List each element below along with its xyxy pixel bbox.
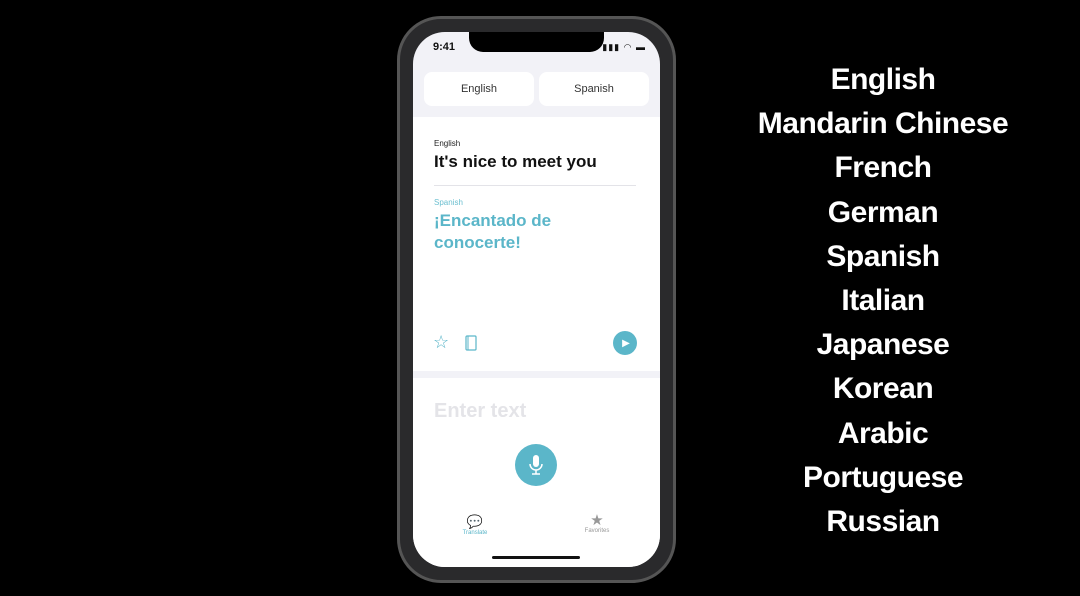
- language-item: Italian: [841, 284, 925, 318]
- text-input-area[interactable]: Enter text 💬 Translate ★ Favorites: [413, 378, 660, 567]
- tab-translate[interactable]: 💬 Translate: [445, 514, 505, 536]
- language-item: Mandarin Chinese: [757, 107, 1009, 141]
- translate-icon: 💬: [466, 514, 484, 529]
- language-item: Arabic: [837, 416, 929, 450]
- language-item: Portuguese: [802, 460, 964, 494]
- play-icon: ▶: [622, 337, 630, 349]
- language-item: Korean: [832, 372, 934, 406]
- microphone-icon: [529, 455, 543, 475]
- microphone-button[interactable]: [515, 444, 557, 486]
- language-item: German: [827, 195, 939, 229]
- target-language-button[interactable]: Spanish: [539, 72, 649, 106]
- translation-card: English It's nice to meet you Spanish ¡E…: [413, 117, 660, 371]
- tab-favorites[interactable]: ★ Favorites: [567, 512, 627, 534]
- status-time: 9:41: [433, 41, 456, 53]
- phone-screen: 9:41 ▮▮▮ ◠ ▬ English Spanish English It'…: [413, 32, 660, 567]
- notch: [469, 32, 604, 52]
- language-item: Japanese: [816, 328, 950, 362]
- star-icon: ★: [590, 512, 604, 529]
- source-label: English: [434, 139, 461, 148]
- star-icon[interactable]: ☆: [433, 332, 449, 353]
- language-item: Russian: [826, 505, 940, 539]
- language-list: English Mandarin Chinese French German S…: [740, 58, 1026, 544]
- target-text: ¡Encantado de conocerte!: [434, 211, 552, 252]
- tab-favorites-label: Favorites: [584, 528, 610, 534]
- text-input-placeholder[interactable]: Enter text: [434, 400, 526, 423]
- language-item: English: [830, 63, 936, 96]
- language-item: French: [834, 151, 932, 185]
- source-language-button[interactable]: English: [424, 72, 534, 106]
- home-indicator: [492, 556, 580, 559]
- target-label: Spanish: [434, 198, 463, 207]
- tab-translate-label: Translate: [462, 530, 488, 536]
- divider: [434, 185, 636, 186]
- source-text: It's nice to meet you: [434, 152, 597, 171]
- language-item: Spanish: [826, 239, 940, 273]
- book-icon[interactable]: [465, 335, 477, 351]
- status-icons: ▮▮▮ ◠ ▬: [602, 42, 646, 52]
- play-button[interactable]: ▶: [613, 331, 637, 355]
